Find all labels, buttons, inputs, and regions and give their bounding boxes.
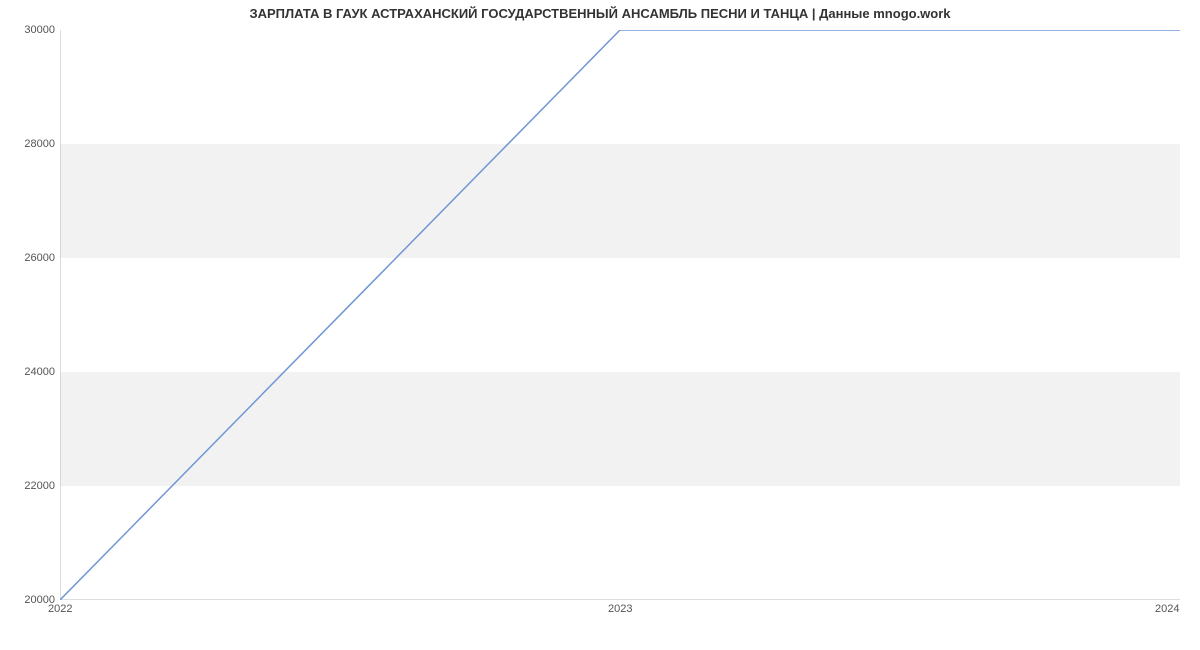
x-tick-label: 2022: [48, 603, 72, 615]
y-tick-label: 22000: [5, 480, 55, 492]
x-tick-label: 2023: [608, 603, 632, 615]
chart-title: ЗАРПЛАТА В ГАУК АСТРАХАНСКИЙ ГОСУДАРСТВЕ…: [0, 6, 1200, 21]
y-tick-label: 24000: [5, 366, 55, 378]
x-tick-label: 2024: [1155, 603, 1179, 615]
data-series-line: [60, 30, 1180, 600]
y-tick-label: 30000: [5, 24, 55, 36]
line-chart: ЗАРПЛАТА В ГАУК АСТРАХАНСКИЙ ГОСУДАРСТВЕ…: [0, 0, 1200, 650]
y-tick-label: 26000: [5, 252, 55, 264]
y-tick-label: 28000: [5, 138, 55, 150]
grid-band: [60, 144, 1180, 258]
plot-area: [60, 30, 1180, 600]
